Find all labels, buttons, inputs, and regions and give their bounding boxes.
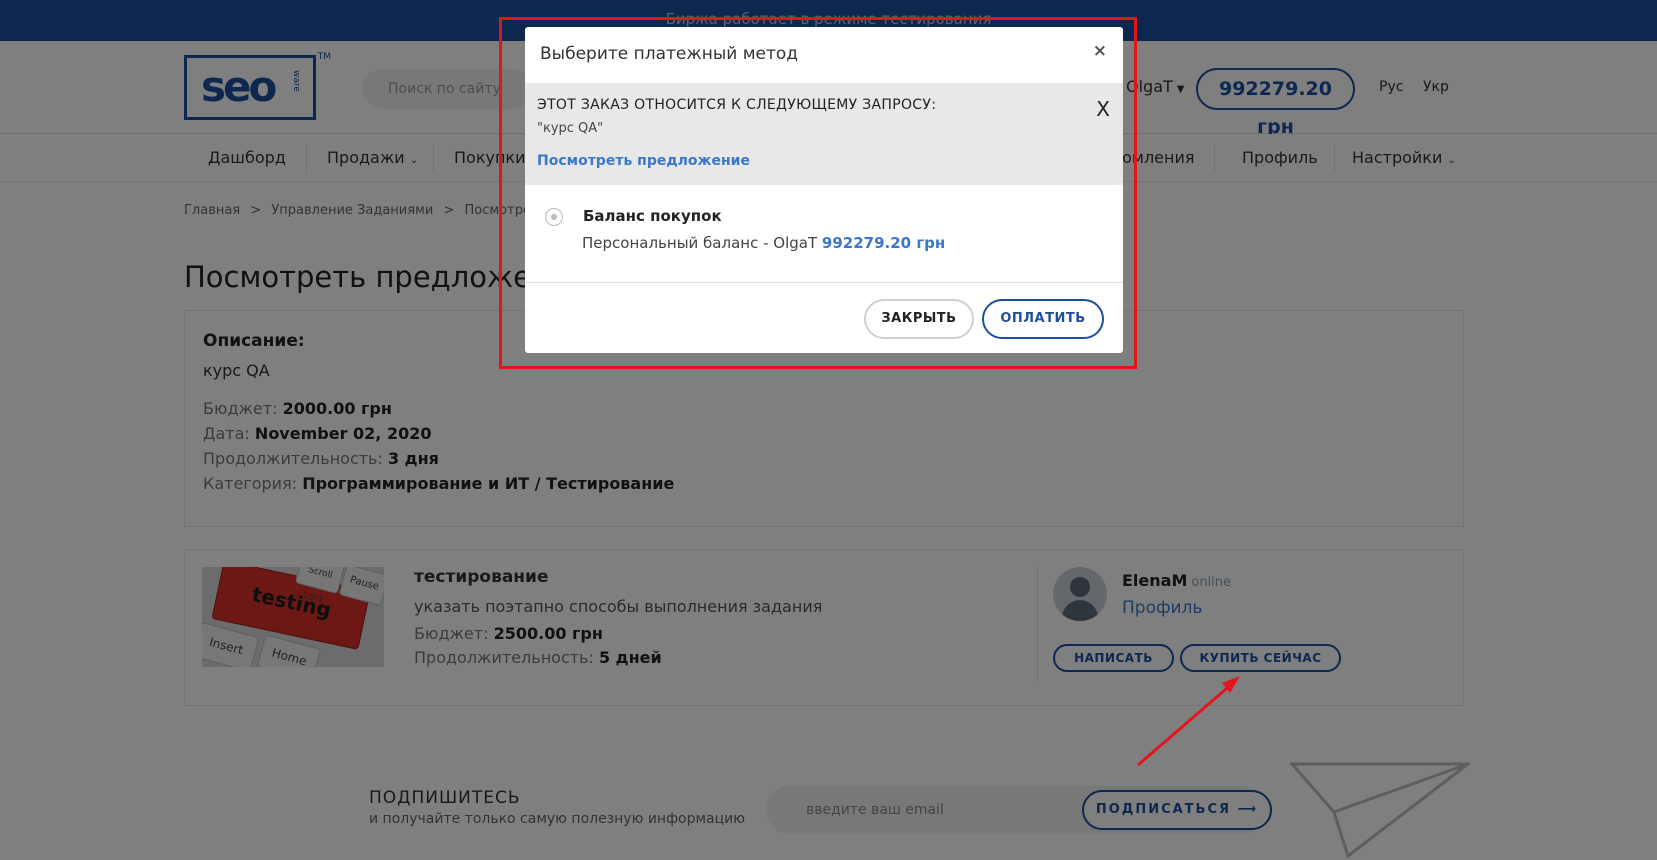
annotation-highlight-box: [499, 17, 1137, 369]
